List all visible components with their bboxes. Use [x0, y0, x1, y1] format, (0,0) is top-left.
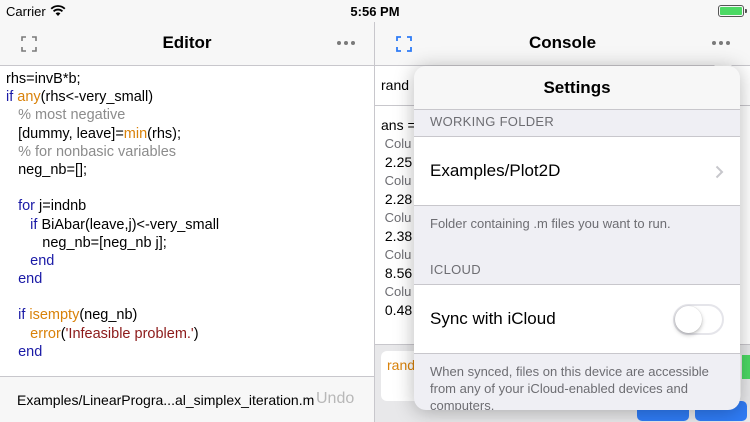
- console-output-text: ans = Colu 2.25 Colu 2.28 Colu 2.38 Colu…: [381, 116, 416, 320]
- code-token: for: [18, 198, 36, 215]
- code-token: neg_nb=[];: [6, 161, 88, 178]
- console-output-line: ans =: [381, 117, 416, 133]
- code-line: error('Infeasible problem.'): [6, 325, 219, 343]
- sync-icloud-toggle[interactable]: [673, 304, 724, 335]
- code-editor[interactable]: rhs=invB*b; if any(rhs<-very_small) % mos…: [6, 70, 219, 361]
- chevron-right-icon: [715, 165, 724, 179]
- code-token: error: [30, 325, 61, 342]
- settings-title: Settings: [414, 66, 740, 110]
- code-token: ): [193, 325, 199, 342]
- code-line: end: [6, 343, 219, 361]
- toggle-knob: [675, 306, 702, 333]
- console-output-line: 2.28: [381, 191, 413, 207]
- console-output-line: Colu: [381, 283, 412, 299]
- console-output-line: Colu: [381, 135, 412, 151]
- code-line: neg_nb=[neg_nb j];: [6, 234, 219, 252]
- console-nav-bar: Console: [375, 22, 750, 66]
- app-root: Carrier 5:56 PM Editor rhs=invB*b; if any…: [0, 0, 750, 422]
- code-line: end: [6, 252, 219, 270]
- code-line: rhs=invB*b;: [6, 70, 219, 88]
- console-title: Console: [528, 33, 597, 52]
- sync-icloud-cell: Sync with iCloud: [414, 284, 740, 354]
- code-token: (rhs);: [147, 125, 182, 142]
- sync-footer: When synced, files on this device are ac…: [430, 364, 709, 410]
- console-more-icon[interactable]: [711, 40, 731, 46]
- battery-icon: [718, 5, 747, 17]
- console-output-line: 2.25: [381, 154, 413, 170]
- code-line: if isempty(neg_nb): [6, 306, 219, 324]
- code-line: if any(rhs<-very_small): [6, 88, 219, 106]
- code-token: j=indnb: [35, 198, 87, 215]
- console-output-line: Colu: [381, 209, 412, 225]
- working-folder-header: WORKING FOLDER: [430, 114, 555, 129]
- editor-pane: Editor rhs=invB*b; if any(rhs<-very_small…: [0, 22, 374, 422]
- code-token: [dummy, leave]=: [6, 125, 124, 142]
- code-line: for j=indnb: [6, 197, 219, 215]
- folder-footer: Folder containing .m files you want to r…: [430, 216, 671, 231]
- code-token: BiAbar(leave,j)<-very_small: [37, 216, 220, 233]
- working-folder-cell[interactable]: Examples/Plot2D: [414, 136, 740, 206]
- code-token: rhs=invB*b;: [6, 71, 81, 87]
- console-output-line: 2.38: [381, 228, 413, 244]
- code-line: end: [6, 270, 219, 288]
- clock: 5:56 PM: [350, 4, 400, 19]
- code-line: if BiAbar(leave,j)<-very_small: [6, 216, 219, 234]
- sync-label: Sync with iCloud: [430, 309, 556, 328]
- code-line: [dummy, leave]=min(rhs);: [6, 125, 219, 143]
- code-line: % for nonbasic variables: [6, 143, 219, 161]
- code-token: end: [18, 343, 43, 360]
- code-token: % most negative: [6, 107, 126, 124]
- code-line: neg_nb=[];: [6, 161, 219, 179]
- settings-popover: Settings WORKING FOLDER Examples/Plot2D …: [414, 66, 740, 410]
- code-token: neg_nb=[neg_nb j];: [6, 234, 167, 251]
- folder-value: Examples/Plot2D: [430, 161, 561, 180]
- editor-more-icon[interactable]: [336, 40, 356, 46]
- status-bar: Carrier 5:56 PM: [0, 0, 750, 22]
- code-token: (rhs<-very_small): [40, 89, 154, 106]
- code-token: min: [123, 125, 148, 142]
- editor-title: Editor: [162, 33, 212, 52]
- console-output-line: Colu: [381, 246, 412, 262]
- code-token: any: [17, 89, 41, 106]
- console-output-line: 8.56: [381, 265, 413, 281]
- editor-nav-bar: Editor: [0, 22, 374, 66]
- console-output-line: Colu: [381, 172, 412, 188]
- code-token: (neg_nb): [79, 307, 138, 324]
- icloud-header: ICLOUD: [430, 262, 481, 277]
- run-indicator: [742, 355, 750, 379]
- code-token: 'Infeasible problem.': [65, 325, 194, 342]
- code-token: isempty: [29, 307, 80, 324]
- code-token: % for nonbasic variables: [6, 143, 177, 160]
- current-file-name[interactable]: Examples/LinearProgra...al_simplex_itera…: [17, 392, 314, 408]
- undo-button[interactable]: Undo: [316, 390, 354, 408]
- code-line: % most negative: [6, 106, 219, 124]
- editor-footer: Examples/LinearProgra...al_simplex_itera…: [0, 376, 374, 422]
- console-output-line: 0.48: [381, 302, 413, 318]
- code-token: end: [18, 271, 43, 288]
- code-token: end: [30, 252, 55, 269]
